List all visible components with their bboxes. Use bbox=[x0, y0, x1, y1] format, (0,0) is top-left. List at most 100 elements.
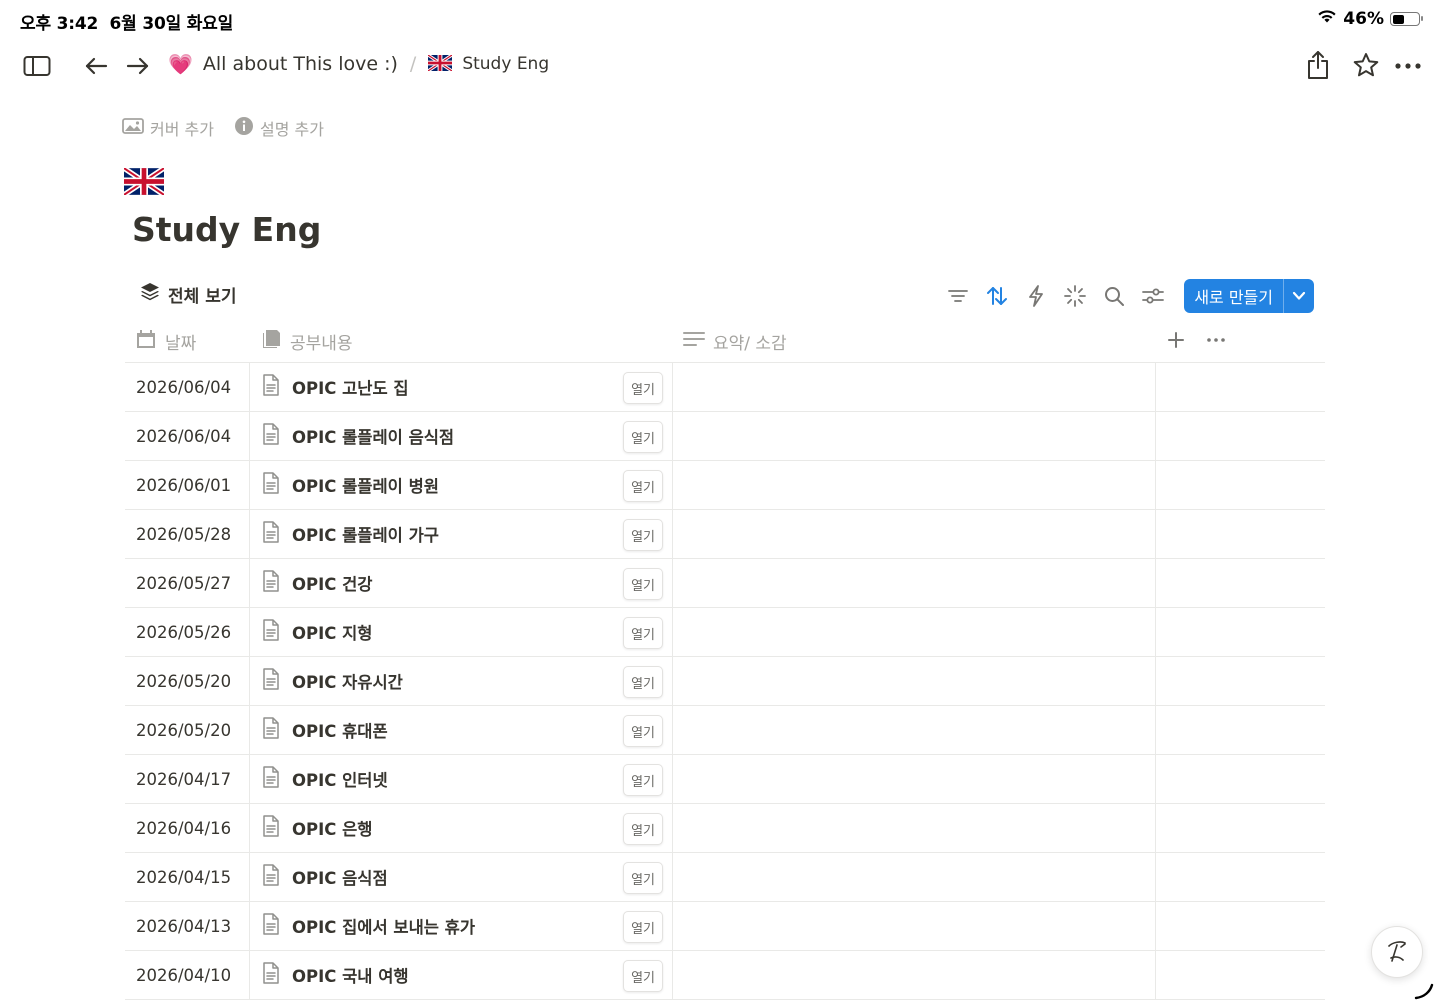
search-icon[interactable] bbox=[1094, 279, 1133, 313]
page-title[interactable]: Study Eng bbox=[132, 210, 321, 249]
add-column-plus-icon[interactable] bbox=[1165, 329, 1187, 355]
page-title-link[interactable]: OPIC 고난도 집 bbox=[292, 375, 409, 399]
view-tab-all[interactable]: 전체 보기 bbox=[140, 282, 236, 307]
title-cell[interactable]: OPIC 롤플레이 가구 열기 bbox=[250, 510, 673, 558]
page-title-link[interactable]: OPIC 롤플레이 병원 bbox=[292, 473, 439, 497]
open-page-button[interactable]: 열기 bbox=[623, 519, 663, 551]
new-page-button[interactable]: 새로 만들기 bbox=[1184, 279, 1314, 313]
summary-cell[interactable] bbox=[673, 951, 1156, 999]
column-header-summary[interactable]: 요약/ 소감 bbox=[673, 320, 1156, 362]
title-cell[interactable]: OPIC 고난도 집 열기 bbox=[250, 363, 673, 411]
page-title-link[interactable]: OPIC 롤플레이 음식점 bbox=[292, 424, 454, 448]
date-cell[interactable]: 2026/06/04 bbox=[125, 412, 250, 460]
settings-sliders-icon[interactable] bbox=[1133, 279, 1172, 313]
title-cell[interactable]: OPIC 롤플레이 음식점 열기 bbox=[250, 412, 673, 460]
open-page-button[interactable]: 열기 bbox=[623, 862, 663, 894]
date-cell[interactable]: 2026/06/04 bbox=[125, 363, 250, 411]
summary-cell[interactable] bbox=[673, 706, 1156, 754]
parent-page-emoji[interactable]: 💗 bbox=[168, 52, 193, 76]
page-title-link[interactable]: OPIC 건강 bbox=[292, 571, 372, 595]
page-title-link[interactable]: OPIC 인터넷 bbox=[292, 767, 388, 791]
current-page-flag-icon[interactable] bbox=[427, 52, 454, 76]
summary-cell[interactable] bbox=[673, 853, 1156, 901]
forward-arrow-icon[interactable] bbox=[124, 52, 152, 80]
date-cell[interactable]: 2026/04/13 bbox=[125, 902, 250, 950]
open-page-button[interactable]: 열기 bbox=[623, 960, 663, 992]
summary-cell[interactable] bbox=[673, 412, 1156, 460]
table-row[interactable]: 2026/05/20 OPIC 자유시간 열기 bbox=[125, 657, 1325, 706]
summary-cell[interactable] bbox=[673, 363, 1156, 411]
summary-cell[interactable] bbox=[673, 559, 1156, 607]
add-cover-button[interactable]: 커버 추가 bbox=[122, 116, 214, 140]
table-row[interactable]: 2026/05/20 OPIC 휴대폰 열기 bbox=[125, 706, 1325, 755]
table-row[interactable]: 2026/06/01 OPIC 롤플레이 병원 열기 bbox=[125, 461, 1325, 510]
open-page-button[interactable]: 열기 bbox=[623, 764, 663, 796]
page-title-link[interactable]: OPIC 음식점 bbox=[292, 865, 388, 889]
page-title-link[interactable]: OPIC 자유시간 bbox=[292, 669, 403, 693]
sort-icon[interactable] bbox=[977, 279, 1016, 313]
page-title-link[interactable]: OPIC 집에서 보내는 휴가 bbox=[292, 914, 475, 938]
open-page-button[interactable]: 열기 bbox=[623, 813, 663, 845]
pencil-fab-icon[interactable] bbox=[1371, 926, 1423, 978]
title-cell[interactable]: OPIC 자유시간 열기 bbox=[250, 657, 673, 705]
page-title-link[interactable]: OPIC 국내 여행 bbox=[292, 963, 409, 987]
date-cell[interactable]: 2026/04/17 bbox=[125, 755, 250, 803]
open-page-button[interactable]: 열기 bbox=[623, 568, 663, 600]
summary-cell[interactable] bbox=[673, 461, 1156, 509]
table-row[interactable]: 2026/06/04 OPIC 롤플레이 음식점 열기 bbox=[125, 412, 1325, 461]
date-cell[interactable]: 2026/05/28 bbox=[125, 510, 250, 558]
resize-handle-icon[interactable] bbox=[1414, 982, 1434, 1000]
back-arrow-icon[interactable] bbox=[82, 52, 110, 80]
title-cell[interactable]: OPIC 국내 여행 열기 bbox=[250, 951, 673, 999]
column-header-title[interactable]: 공부내용 bbox=[250, 320, 673, 362]
date-cell[interactable]: 2026/04/15 bbox=[125, 853, 250, 901]
title-cell[interactable]: OPIC 건강 열기 bbox=[250, 559, 673, 607]
chevron-down-icon[interactable] bbox=[1283, 279, 1314, 313]
new-page-label[interactable]: 새로 만들기 bbox=[1184, 279, 1283, 313]
date-cell[interactable]: 2026/05/26 bbox=[125, 608, 250, 656]
page-flag-icon[interactable] bbox=[122, 165, 166, 198]
table-row[interactable]: 2026/05/27 OPIC 건강 열기 bbox=[125, 559, 1325, 608]
table-row[interactable]: 2026/05/28 OPIC 롤플레이 가구 열기 bbox=[125, 510, 1325, 559]
title-cell[interactable]: OPIC 휴대폰 열기 bbox=[250, 706, 673, 754]
open-page-button[interactable]: 열기 bbox=[623, 372, 663, 404]
summary-cell[interactable] bbox=[673, 510, 1156, 558]
date-cell[interactable]: 2026/05/20 bbox=[125, 657, 250, 705]
date-cell[interactable]: 2026/04/16 bbox=[125, 804, 250, 852]
table-row[interactable]: 2026/04/13 OPIC 집에서 보내는 휴가 열기 bbox=[125, 902, 1325, 951]
title-cell[interactable]: OPIC 롤플레이 병원 열기 bbox=[250, 461, 673, 509]
table-row[interactable]: 2026/04/17 OPIC 인터넷 열기 bbox=[125, 755, 1325, 804]
automation-bolt-icon[interactable] bbox=[1016, 279, 1055, 313]
add-description-button[interactable]: 설명 추가 bbox=[234, 116, 324, 140]
title-cell[interactable]: OPIC 지형 열기 bbox=[250, 608, 673, 656]
summary-cell[interactable] bbox=[673, 755, 1156, 803]
open-page-button[interactable]: 열기 bbox=[623, 715, 663, 747]
summary-cell[interactable] bbox=[673, 608, 1156, 656]
table-row[interactable]: 2026/04/15 OPIC 음식점 열기 bbox=[125, 853, 1325, 902]
title-cell[interactable]: OPIC 인터넷 열기 bbox=[250, 755, 673, 803]
summary-cell[interactable] bbox=[673, 657, 1156, 705]
breadcrumb-current-link[interactable]: Study Eng bbox=[462, 54, 549, 74]
date-cell[interactable]: 2026/04/10 bbox=[125, 951, 250, 999]
open-page-button[interactable]: 열기 bbox=[623, 421, 663, 453]
title-cell[interactable]: OPIC 집에서 보내는 휴가 열기 bbox=[250, 902, 673, 950]
breadcrumb-parent-link[interactable]: All about This love :) bbox=[203, 53, 398, 75]
sidebar-toggle-icon[interactable] bbox=[22, 52, 52, 80]
open-page-button[interactable]: 열기 bbox=[623, 666, 663, 698]
sparkle-icon[interactable] bbox=[1055, 279, 1094, 313]
title-cell[interactable]: OPIC 은행 열기 bbox=[250, 804, 673, 852]
date-cell[interactable]: 2026/05/20 bbox=[125, 706, 250, 754]
table-row[interactable]: 2026/04/16 OPIC 은행 열기 bbox=[125, 804, 1325, 853]
column-more-options-icon[interactable] bbox=[1205, 329, 1227, 355]
share-icon[interactable] bbox=[1303, 48, 1333, 82]
summary-cell[interactable] bbox=[673, 902, 1156, 950]
star-icon[interactable] bbox=[1351, 50, 1381, 80]
page-title-link[interactable]: OPIC 지형 bbox=[292, 620, 372, 644]
page-title-link[interactable]: OPIC 은행 bbox=[292, 816, 372, 840]
filter-icon[interactable] bbox=[938, 279, 977, 313]
summary-cell[interactable] bbox=[673, 804, 1156, 852]
table-row[interactable]: 2026/04/10 OPIC 국내 여행 열기 bbox=[125, 951, 1325, 1000]
table-row[interactable]: 2026/06/04 OPIC 고난도 집 열기 bbox=[125, 363, 1325, 412]
page-title-link[interactable]: OPIC 휴대폰 bbox=[292, 718, 388, 742]
date-cell[interactable]: 2026/06/01 bbox=[125, 461, 250, 509]
